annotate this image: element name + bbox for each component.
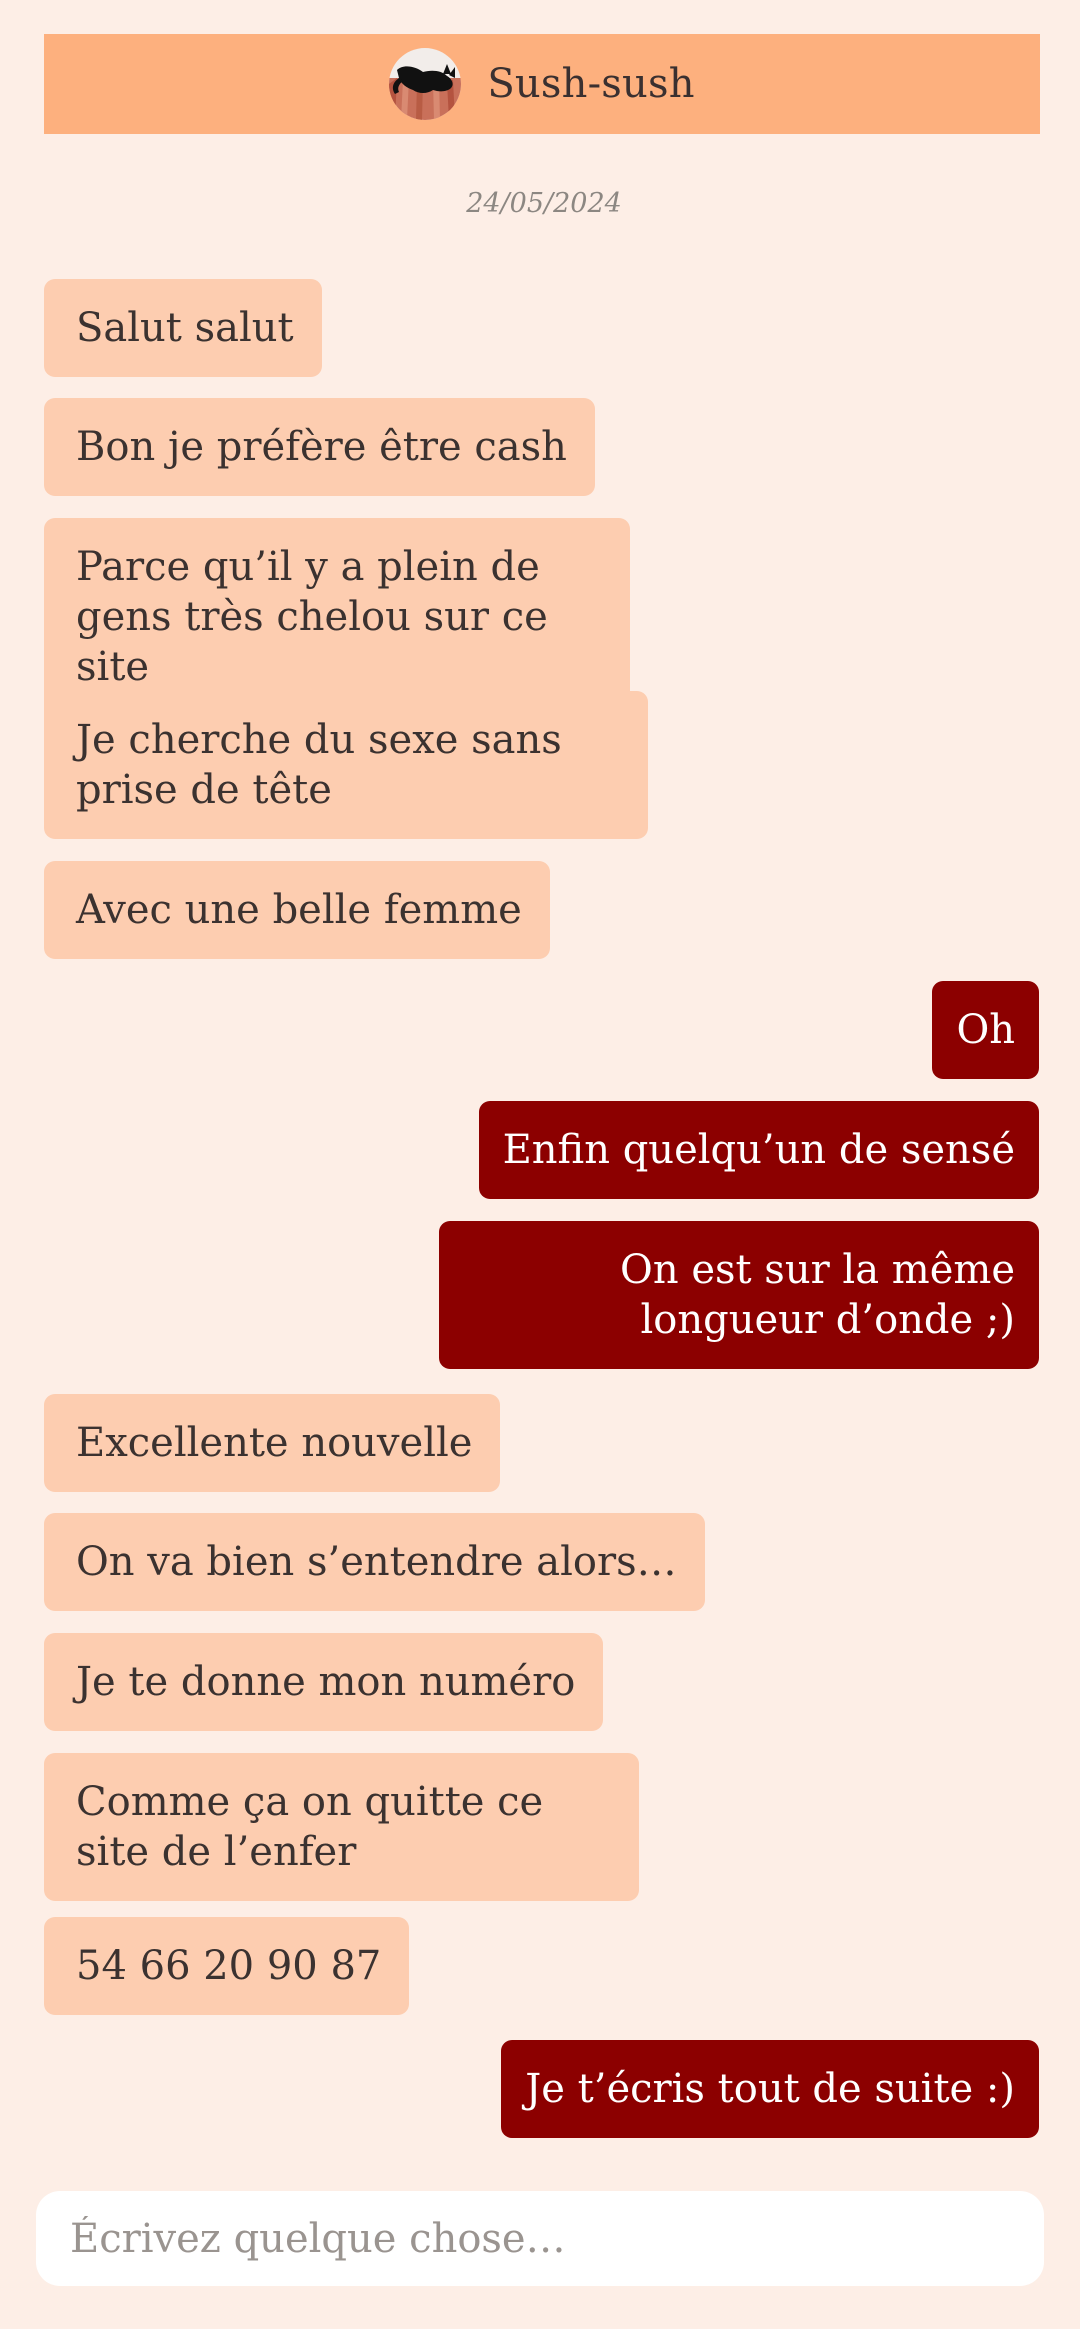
contact-name[interactable]: Sush-sush (487, 61, 694, 107)
message-bubble-incoming[interactable]: Avec une belle femme (44, 861, 550, 959)
message-input[interactable] (68, 2214, 1044, 2263)
message-bubble-incoming[interactable]: Je te donne mon numéro (44, 1633, 604, 1731)
message-bubble-incoming[interactable]: On va bien s’entendre alors… (44, 1513, 705, 1611)
conversation-date: 24/05/2024 (466, 188, 622, 219)
message-bubble-incoming[interactable]: Parce qu’il y a plein de gens très chelo… (44, 518, 630, 716)
message-bubble-incoming[interactable]: Comme ça on quitte ce site de l’enfer (44, 1753, 639, 1901)
message-bubble-outgoing[interactable]: Enfin quelqu’un de sensé (478, 1101, 1039, 1199)
message-bubble-outgoing[interactable]: On est sur la même longueur d’onde ;) (439, 1221, 1039, 1369)
message-bubble-outgoing[interactable]: Oh (932, 981, 1039, 1079)
message-bubble-incoming[interactable]: 54 66 20 90 87 (44, 1917, 410, 2015)
message-bubble-incoming[interactable]: Je cherche du sexe sans prise de tête (44, 691, 648, 839)
message-composer[interactable] (36, 2191, 1044, 2286)
message-bubble-outgoing[interactable]: Je t’écris tout de suite :) (501, 2040, 1039, 2138)
message-bubble-incoming[interactable]: Bon je préfère être cash (44, 398, 595, 496)
chat-screen: Sush-sush 24/05/2024 Salut salut Bon je … (0, 0, 1080, 2329)
chat-header[interactable]: Sush-sush (44, 34, 1040, 134)
message-bubble-incoming[interactable]: Excellente nouvelle (44, 1394, 501, 1492)
cat-avatar-icon[interactable] (389, 48, 462, 120)
message-bubble-incoming[interactable]: Salut salut (44, 279, 322, 377)
